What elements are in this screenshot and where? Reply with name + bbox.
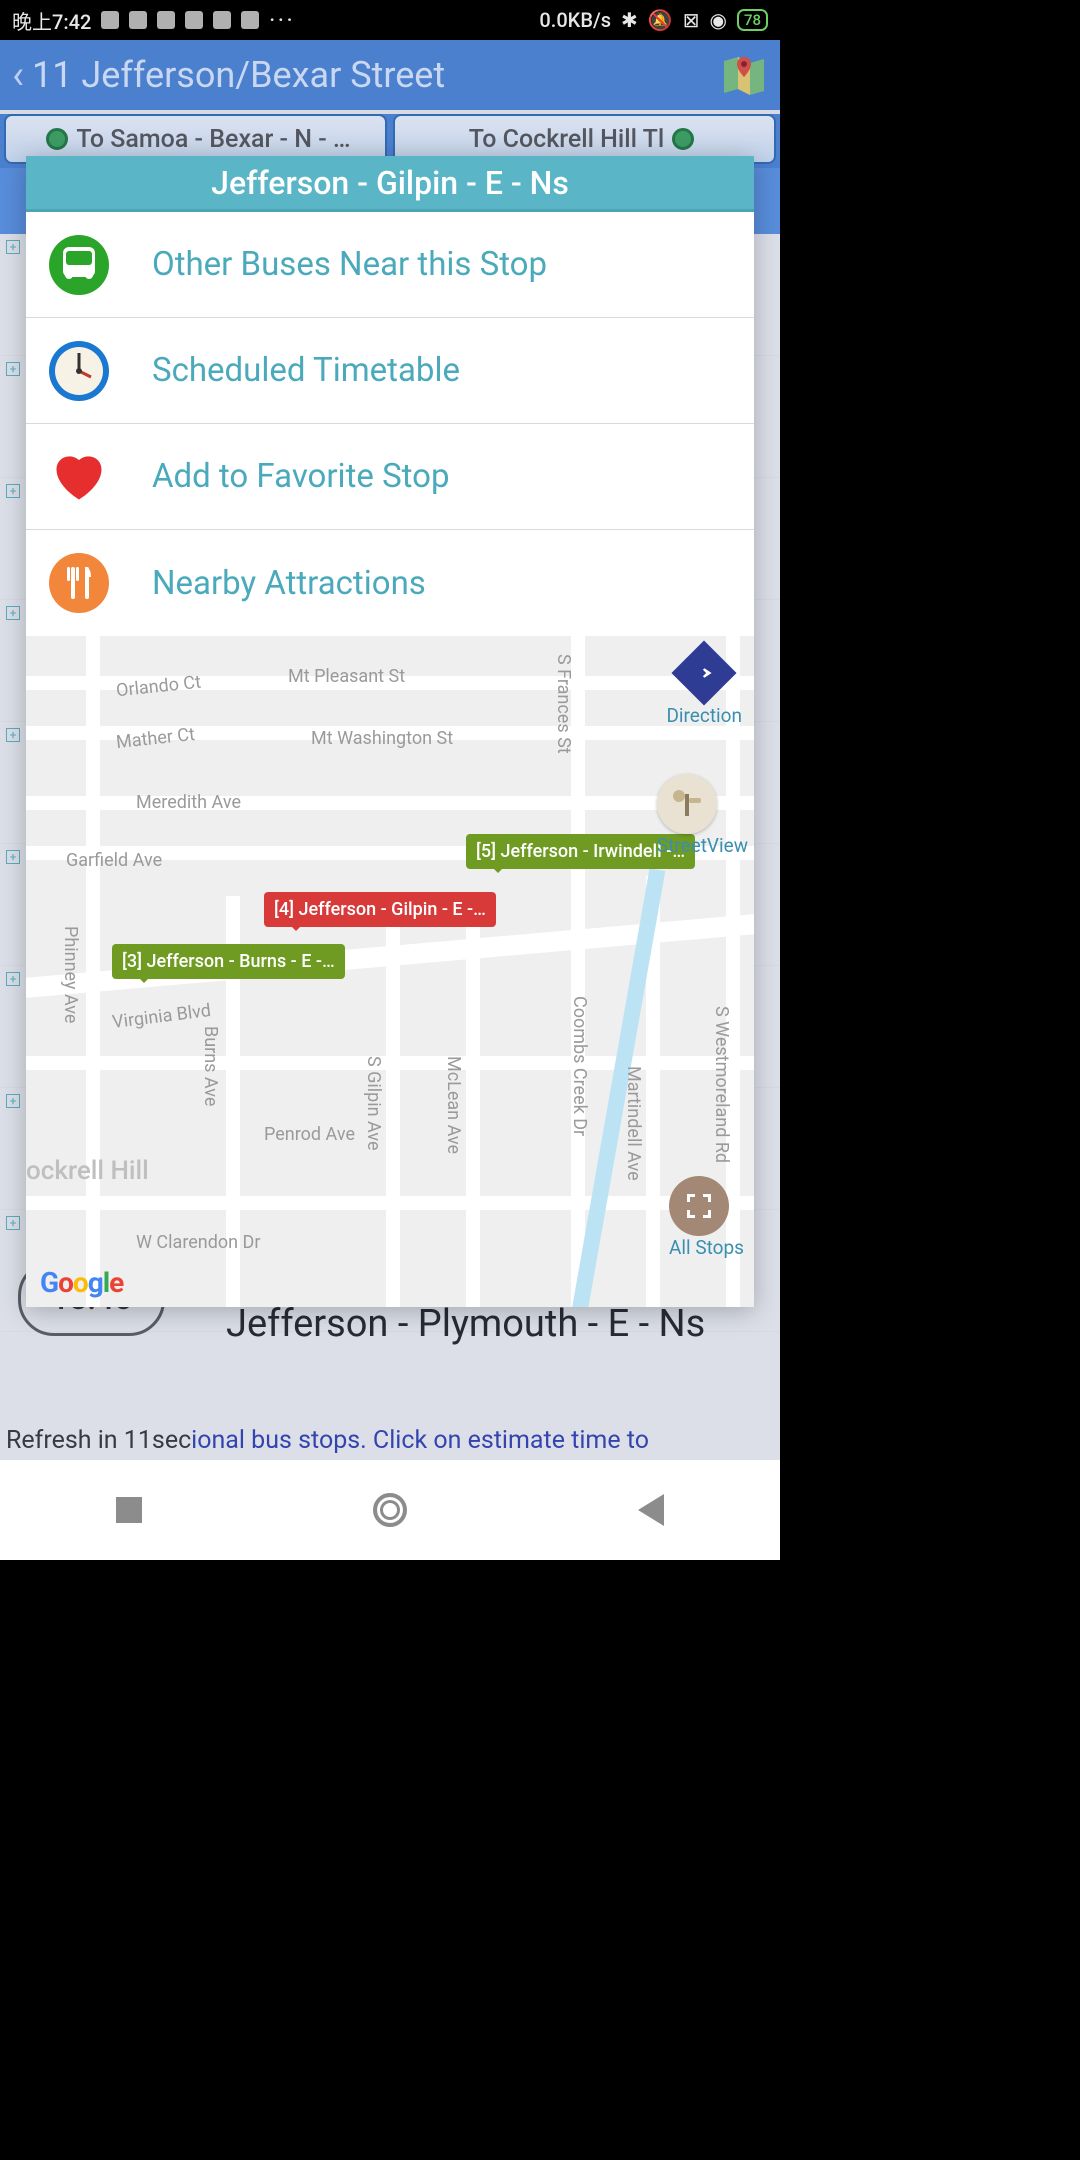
bus-icon (672, 128, 694, 150)
street-label: Burns Ave (200, 1026, 221, 1106)
status-more-icon: ··· (269, 8, 295, 32)
status-icon (129, 11, 147, 29)
street-label: S Gilpin Ave (363, 1056, 384, 1151)
status-time: 晚上7:42 (12, 6, 91, 35)
direction-icon (672, 640, 737, 705)
battery-icon: 78 (737, 9, 768, 31)
map-action-label: StreetView (657, 834, 748, 857)
map-allstops-button[interactable]: All Stops (669, 1176, 744, 1259)
street-label: Mt Washington St (311, 728, 453, 749)
street-label: Mt Pleasant St (288, 666, 405, 687)
heart-icon (46, 444, 112, 510)
status-icon (185, 11, 203, 29)
nav-home-button[interactable] (373, 1493, 407, 1527)
status-bar: 晚上7:42 ··· 0.0KB/s ✱ 🔕 ⊠ ◉ 78 (0, 0, 780, 40)
street-label: McLean Ave (443, 1056, 464, 1154)
system-nav-bar (0, 1460, 780, 1560)
tab-label: To Samoa - Bexar - N - … (76, 125, 350, 154)
nav-back-button[interactable] (638, 1494, 664, 1526)
map-stop-pin-current[interactable]: [4] Jefferson - Gilpin - E -… (264, 892, 496, 927)
menu-item-label: Add to Favorite Stop (152, 457, 449, 496)
stop-actions-modal: Jefferson - Gilpin - E - Ns Other Buses … (26, 156, 754, 1307)
expand-icon[interactable]: + (6, 972, 20, 986)
street-label: W Clarendon Dr (136, 1232, 260, 1253)
mute-icon: 🔕 (648, 8, 673, 32)
bus-icon (46, 232, 112, 298)
street-label: S Westmoreland Rd (711, 1006, 732, 1163)
wifi-icon: ◉ (709, 8, 726, 32)
expand-icon[interactable]: + (6, 1216, 20, 1230)
expand-icon[interactable]: + (6, 484, 20, 498)
menu-item-favorite[interactable]: Add to Favorite Stop (26, 424, 754, 530)
street-label: Meredith Ave (136, 792, 241, 813)
map[interactable]: Orlando Ct Mather Ct Mt Pleasant St Mt W… (26, 636, 754, 1307)
expand-icon[interactable]: + (6, 728, 20, 742)
menu-item-attractions[interactable]: Nearby Attractions (26, 530, 754, 636)
fork-knife-icon (46, 550, 112, 616)
street-label: Coombs Creek Dr (569, 996, 590, 1136)
menu-item-label: Nearby Attractions (152, 564, 426, 603)
status-icon (101, 11, 119, 29)
expand-icon[interactable]: + (6, 1094, 20, 1108)
hint-text: ional bus stops. Click on estimate time … (191, 1426, 649, 1455)
neighborhood-label: ockrell Hill (26, 1156, 149, 1186)
refresh-countdown: Refresh in 11sec (6, 1426, 191, 1455)
clock-icon (46, 338, 112, 404)
expand-icon (669, 1176, 729, 1236)
expand-icon[interactable]: + (6, 606, 20, 620)
menu-item-label: Other Buses Near this Stop (152, 245, 547, 284)
street-label: S Frances St (553, 654, 574, 754)
street-label: Phinney Ave (60, 926, 81, 1023)
stop-name: Jefferson - Plymouth - E - Ns (226, 1300, 770, 1349)
map-stop-pin[interactable]: [3] Jefferson - Burns - E -… (112, 944, 345, 979)
map-button[interactable] (720, 51, 768, 99)
map-action-label: All Stops (669, 1236, 744, 1259)
modal-title: Jefferson - Gilpin - E - Ns (26, 156, 754, 212)
nav-recent-button[interactable] (116, 1497, 142, 1523)
app-header: ‹ 11 Jefferson/Bexar Street (0, 40, 780, 110)
menu-item-label: Scheduled Timetable (152, 351, 460, 390)
alarm-off-icon: ⊠ (683, 8, 700, 32)
bus-icon (46, 128, 68, 150)
street-label: Martindell Ave (623, 1066, 644, 1181)
back-button[interactable]: ‹ (12, 55, 24, 95)
street-label: Virginia Blvd (111, 1000, 212, 1033)
streetview-icon (657, 774, 717, 834)
expand-icon[interactable]: + (6, 362, 20, 376)
map-streetview-button[interactable]: StreetView (657, 774, 748, 857)
status-icon (213, 11, 231, 29)
status-icon (241, 11, 259, 29)
street-label: Garfield Ave (66, 850, 162, 871)
map-direction-button[interactable]: Direction (666, 650, 742, 727)
street-label: Penrod Ave (264, 1124, 355, 1145)
menu-item-other-buses[interactable]: Other Buses Near this Stop (26, 212, 754, 318)
bluetooth-icon: ✱ (621, 8, 638, 32)
page-title: 11 Jefferson/Bexar Street (32, 54, 720, 96)
status-icon (157, 11, 175, 29)
map-action-label: Direction (666, 704, 742, 727)
menu-item-timetable[interactable]: Scheduled Timetable (26, 318, 754, 424)
network-speed: 0.0KB/s (539, 8, 611, 32)
google-logo: Google (40, 1266, 123, 1299)
expand-icon[interactable]: + (6, 850, 20, 864)
refresh-bar: Refresh in 11sec ional bus stops. Click … (0, 1420, 780, 1460)
expand-icon[interactable]: + (6, 240, 20, 254)
tab-label: To Cockrell Hill Tl (469, 125, 665, 154)
